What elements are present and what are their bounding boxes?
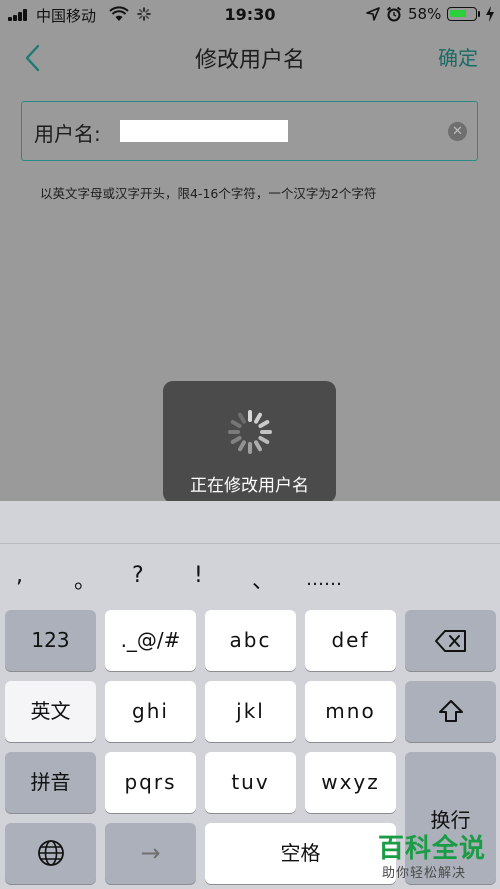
page-title: 修改用户名	[194, 48, 305, 73]
alarm-icon	[386, 6, 402, 22]
clear-input-icon[interactable]: ✕	[448, 122, 467, 141]
globe-icon	[37, 840, 64, 866]
key-tuv[interactable]: tuv	[205, 752, 296, 813]
watermark-logo: 百科全说 助你轻松解决	[366, 826, 496, 886]
shift-arrow-icon	[438, 700, 463, 722]
key-pqrs[interactable]: pqrs	[105, 752, 196, 813]
key-pinyin[interactable]: 拼音	[5, 752, 96, 813]
punct-period[interactable]: 。	[74, 563, 96, 595]
key-mno[interactable]: mno	[305, 681, 396, 742]
key-def[interactable]: def	[305, 610, 396, 671]
key-ghi[interactable]: ghi	[105, 681, 196, 742]
key-symbols[interactable]: ._@/#	[105, 610, 196, 671]
key-arrow[interactable]: →	[105, 823, 196, 884]
navigation-bar: 修改用户名 确定	[0, 30, 500, 86]
username-field[interactable]: 用户名: ✕	[21, 101, 478, 161]
username-label: 用户名:	[34, 122, 101, 146]
keyboard-candidate-bar	[0, 501, 500, 544]
key-english[interactable]: 英文	[5, 681, 96, 742]
key-jkl[interactable]: jkl	[205, 681, 296, 742]
location-icon	[366, 7, 380, 21]
username-value-redacted[interactable]	[120, 120, 288, 142]
punct-ellipsis[interactable]: ……	[306, 569, 342, 590]
toast-message: 正在修改用户名	[190, 476, 309, 496]
key-123[interactable]: 123	[5, 610, 96, 671]
watermark-subtitle: 助你轻松解决	[382, 866, 467, 881]
punct-exclamation[interactable]: !	[194, 563, 203, 588]
punct-comma[interactable]: ,	[16, 563, 23, 588]
key-globe[interactable]	[5, 823, 96, 884]
confirm-button[interactable]: 确定	[438, 42, 478, 71]
charging-icon	[486, 6, 494, 22]
punct-enumeration-comma[interactable]: 、	[252, 563, 274, 595]
loading-toast: 正在修改用户名	[163, 381, 336, 503]
username-hint: 以英文字母或汉字开头，限4-16个字符，一个汉字为2个字符	[40, 186, 377, 201]
watermark-title: 百科全说	[378, 834, 487, 864]
battery-percentage: 58%	[408, 5, 442, 23]
loading-spinner-icon	[228, 410, 272, 454]
key-wxyz[interactable]: wxyz	[305, 752, 396, 813]
key-abc[interactable]: abc	[205, 610, 296, 671]
battery-icon	[447, 7, 477, 21]
key-delete[interactable]	[405, 610, 496, 671]
backspace-icon	[434, 630, 466, 652]
key-shift[interactable]	[405, 681, 496, 742]
punct-question[interactable]: ?	[132, 563, 144, 588]
status-bar: 中国移动 19:30 58%	[0, 0, 500, 30]
